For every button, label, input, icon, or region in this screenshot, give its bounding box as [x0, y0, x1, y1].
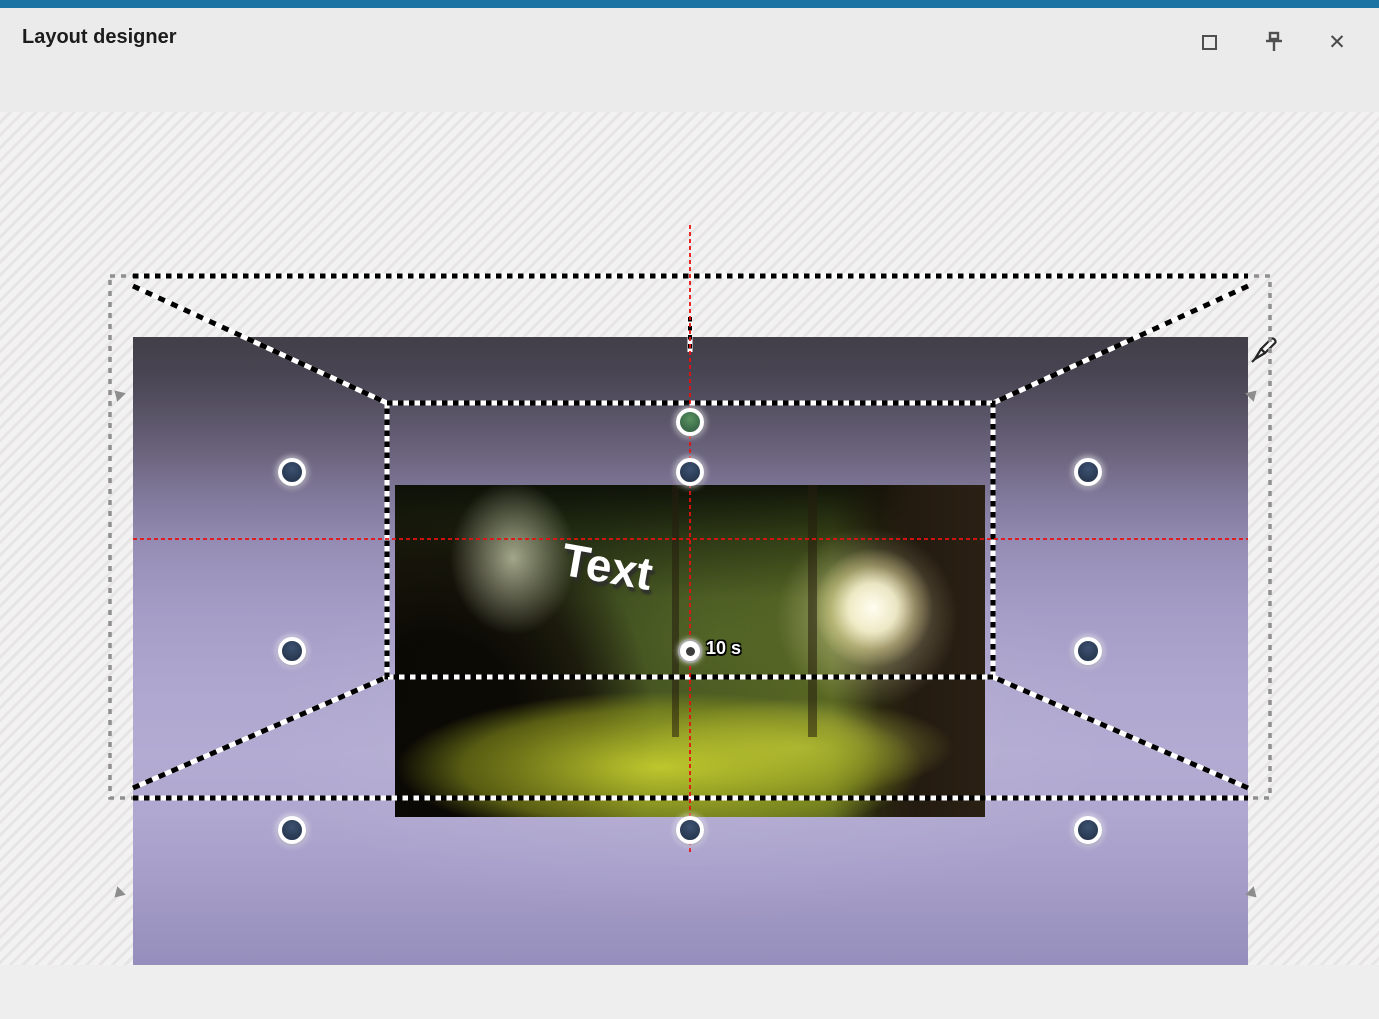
window-accent-bar — [0, 0, 1379, 8]
pin-button[interactable] — [1261, 29, 1287, 55]
keyframe-time-label: 10 s — [706, 638, 741, 659]
pin-icon — [1263, 30, 1285, 54]
resize-handle-bottom-right[interactable] — [1074, 816, 1102, 844]
maximize-icon — [1202, 35, 1217, 50]
resize-handle-top-left[interactable] — [278, 458, 306, 486]
resize-handle-bottom-center[interactable] — [676, 816, 704, 844]
keyframe-center-marker[interactable] — [678, 639, 702, 663]
resize-handle-middle-right[interactable] — [1074, 637, 1102, 665]
rotation-handle[interactable] — [676, 408, 704, 436]
window-title: Layout designer — [22, 26, 176, 49]
maximize-button[interactable] — [1196, 29, 1222, 55]
layout-designer-window: Layout designer ✕ — [0, 0, 1379, 1019]
resize-handle-middle-left[interactable] — [278, 637, 306, 665]
resize-handle-top-center[interactable] — [676, 458, 704, 486]
edit-pen-icon[interactable] — [1247, 334, 1281, 375]
resize-handle-bottom-left[interactable] — [278, 816, 306, 844]
corner-arrow-top-left — [110, 386, 126, 402]
transport-bar: ▼ — [0, 965, 1379, 1019]
tree-trunk-shape — [672, 485, 679, 737]
tree-trunk-shape — [808, 485, 817, 737]
center-dot — [686, 647, 695, 656]
corner-arrow-bottom-left — [110, 886, 126, 902]
canvas-work-area[interactable]: Text — [0, 112, 1379, 965]
titlebar[interactable]: Layout designer ✕ — [0, 8, 1379, 55]
toolbar: ▼ — [0, 55, 1379, 112]
close-button[interactable]: ✕ — [1324, 29, 1350, 55]
resize-handle-top-right[interactable] — [1074, 458, 1102, 486]
